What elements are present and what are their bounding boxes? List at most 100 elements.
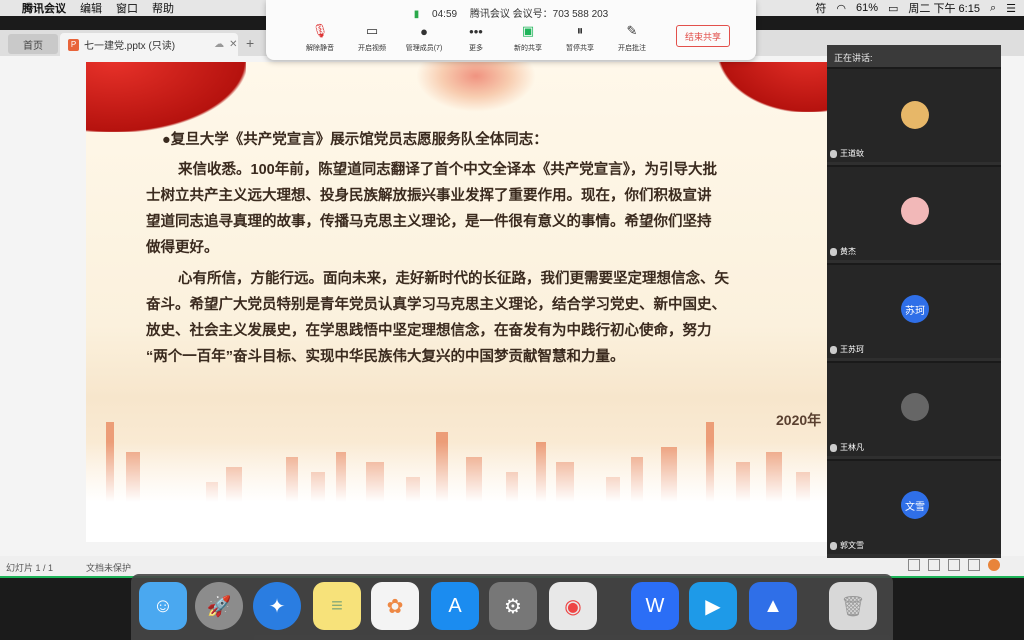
slide-date: 2020年	[776, 412, 822, 428]
speaking-header: 正在讲话:	[827, 45, 1001, 67]
participant-name: 黄杰	[840, 247, 856, 256]
pen-icon: ✎	[626, 23, 638, 38]
close-tab-icon[interactable]: ✕	[229, 39, 237, 50]
menu-edit[interactable]: 编辑	[80, 0, 102, 16]
slide-salutation: ●复旦大学《共产党宣言》展示馆党员志愿服务队全体同志：	[162, 132, 548, 148]
new-share-label: 新的共享	[514, 45, 542, 52]
spotlight-icon[interactable]: ⌕	[990, 2, 996, 15]
home-tab[interactable]: 首页	[8, 34, 58, 54]
more-button[interactable]: ••• 更多	[450, 23, 502, 53]
star-emblem	[416, 62, 536, 112]
annotate-button[interactable]: ✎ 开启批注	[606, 23, 658, 53]
screenshot-tool-icon[interactable]: ◉	[549, 582, 597, 630]
meeting-timer: 04:59	[432, 9, 458, 20]
notes-icon[interactable]	[968, 559, 980, 571]
avatar: 苏珂	[901, 295, 929, 323]
slide-line-2: 士树立共产主义远大理想、投身民族解放振兴事业发挥了重要作用。现在，你们积极宣讲	[146, 188, 712, 204]
finder-icon[interactable]: ☺	[139, 582, 187, 630]
slide-line-7: 放史、社会主义发展史，在学思践悟中坚定理想信念，在奋发有为中践行初心使命，努力	[146, 323, 712, 339]
participant-panel: 正在讲话: 王道蚊 黄杰 苏珂 王苏珂 王林凡 文雪 郭文雪	[827, 45, 1001, 558]
app-store-icon[interactable]: A	[431, 582, 479, 630]
mic-icon	[830, 247, 837, 256]
system-preferences-icon[interactable]: ⚙	[489, 582, 537, 630]
cloud-icon[interactable]: ☁	[214, 39, 224, 50]
safari-icon[interactable]: ✦	[253, 582, 301, 630]
more-icon: •••	[469, 23, 483, 39]
unmute-button[interactable]: 🎙 解除静音	[294, 23, 346, 53]
battery-icon: ▭	[888, 2, 899, 15]
wps-icon[interactable]: W	[631, 582, 679, 630]
status-bar: 幻灯片 1 / 1 文档未保护	[0, 556, 1024, 576]
tencent-meeting-icon[interactable]: ▲	[749, 582, 797, 630]
battery-percent[interactable]: 61%	[856, 2, 878, 14]
pptx-file-icon: P	[68, 38, 79, 51]
slide-sorter-icon[interactable]	[928, 559, 940, 571]
input-method[interactable]: 符	[815, 0, 826, 16]
slide-canvas[interactable]: ●复旦大学《共产党宣言》展示馆党员志愿服务队全体同志： 来信收悉。100年前，陈…	[86, 62, 828, 542]
participant-tile[interactable]: 苏珂 王苏珂	[827, 263, 1001, 358]
slide-line-6: 奋斗。希望广大党员特别是青年党员认真学习马克思主义理论，结合学习党史、新中国史、	[146, 297, 726, 313]
participant-name-row: 王林凡	[830, 442, 864, 453]
share-screen-icon: ▣	[521, 23, 535, 38]
participant-name-row: 黄杰	[830, 246, 856, 257]
participant-tile[interactable]: 文雪 郭文雪	[827, 459, 1001, 554]
view-buttons	[908, 559, 1000, 571]
mic-icon	[830, 443, 837, 452]
launchpad-icon[interactable]: 🚀	[195, 582, 243, 630]
participant-tile[interactable]: 王道蚊	[827, 67, 1001, 162]
pause-share-label: 暂停共享	[566, 45, 594, 52]
unmute-label: 解除静音	[306, 45, 334, 52]
pause-share-button[interactable]: ⏸ 暂停共享	[554, 23, 606, 53]
normal-view-icon[interactable]	[908, 559, 920, 571]
pause-icon: ⏸	[576, 23, 584, 38]
participant-name: 郭文雪	[840, 541, 864, 550]
menu-window[interactable]: 窗口	[116, 0, 138, 16]
avatar	[901, 197, 929, 225]
slide-line-4: 做得更好。	[146, 240, 219, 256]
participant-name-row: 郭文雪	[830, 540, 864, 551]
camera-off-icon: ▭	[365, 23, 379, 38]
menu-app-name[interactable]: 腾讯会议	[22, 0, 66, 16]
participant-name: 王苏珂	[840, 345, 864, 354]
trash-icon[interactable]: 🗑	[829, 582, 877, 630]
participant-name: 王林凡	[840, 443, 864, 452]
stop-share-button[interactable]: 结束共享	[676, 25, 730, 47]
reading-view-icon[interactable]	[948, 559, 960, 571]
mic-icon	[830, 345, 837, 354]
mic-icon	[830, 149, 837, 158]
document-protection[interactable]: 文档未保护	[86, 561, 131, 574]
participant-tile[interactable]: 黄杰	[827, 165, 1001, 260]
red-curtain-right	[718, 62, 828, 112]
notes-icon[interactable]: ≡	[313, 582, 361, 630]
menu-help[interactable]: 帮助	[152, 0, 174, 16]
control-center-icon[interactable]: ☰	[1006, 2, 1016, 15]
red-curtain-left	[86, 62, 246, 132]
avatar	[901, 101, 929, 129]
cloud-band	[86, 442, 828, 542]
start-video-button[interactable]: ▭ 开启视频	[346, 23, 398, 53]
meeting-info: ▮ 04:59 腾讯会议 会议号：703 588 203	[266, 5, 756, 20]
avatar	[901, 393, 929, 421]
new-tab-icon[interactable]: +	[246, 35, 254, 51]
meeting-toolbar: ▮ 04:59 腾讯会议 会议号：703 588 203 🎙 解除静音 ▭ 开启视频…	[266, 0, 756, 60]
clock[interactable]: 周二 下午 6:15	[908, 0, 980, 16]
mic-muted-icon: 🎙	[311, 23, 329, 38]
avatar: 文雪	[901, 491, 929, 519]
new-share-button[interactable]: ▣ 新的共享	[502, 23, 554, 53]
play-slideshow-icon[interactable]	[988, 559, 1000, 571]
participant-tile[interactable]: 王林凡	[827, 361, 1001, 456]
slide-line-1: 来信收悉。100年前，陈望道同志翻译了首个中文全译本《共产党宣言》，为引导大批	[178, 162, 717, 178]
slide-line-5: 心有所信，方能行远。面向未来，走好新时代的长征路，我们更需要坚定理想信念、矢	[178, 271, 729, 287]
document-tab[interactable]: P 七一建党.pptx (只读) ☁ ✕	[60, 33, 238, 56]
document-tab-label: 七一建党.pptx (只读)	[84, 41, 176, 52]
tencent-video-icon[interactable]: ▶	[689, 582, 737, 630]
person-icon: ●	[420, 23, 428, 39]
manage-members-label: 管理成员(7)	[405, 45, 443, 52]
photos-icon[interactable]: ✿	[371, 582, 419, 630]
dock: ☺ 🚀 ✦ ≡ ✿ A ⚙ ◉ W ▶ ▲ 🗑	[131, 574, 893, 640]
slide-line-3: 望道同志追寻真理的故事，传播马克思主义理论，是一件很有意义的事情。希望你们坚持	[146, 214, 712, 230]
meeting-id[interactable]: 腾讯会议 会议号：703 588 203	[470, 9, 608, 20]
wifi-icon[interactable]: ◠	[836, 2, 846, 15]
manage-members-button[interactable]: ● 管理成员(7)	[398, 23, 450, 53]
slide-counter: 幻灯片 1 / 1	[6, 563, 54, 573]
